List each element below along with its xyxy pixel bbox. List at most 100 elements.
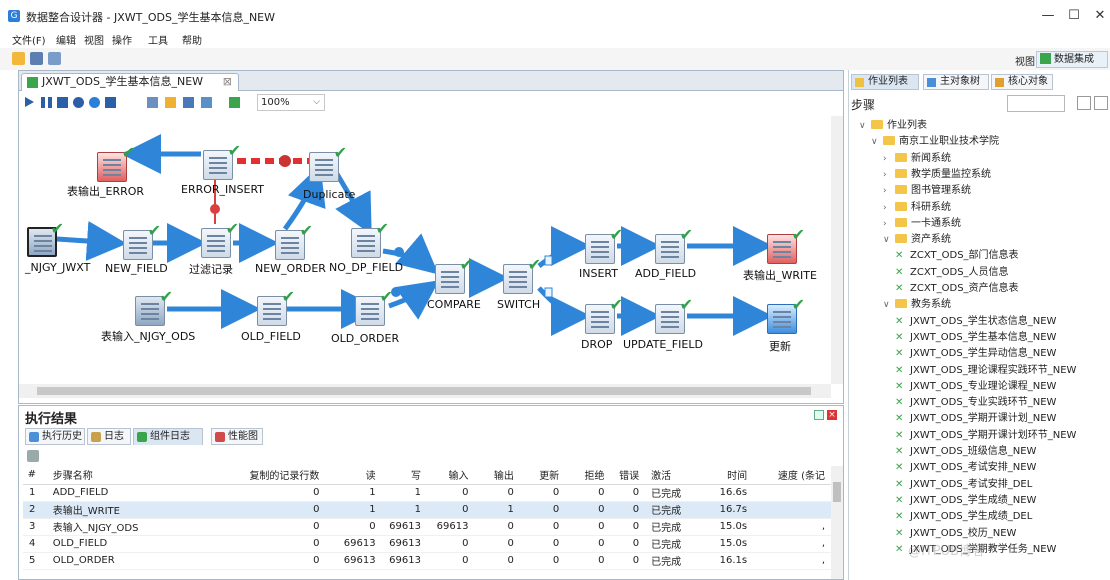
refresh-icon[interactable]: [27, 450, 39, 462]
column-header[interactable]: 读: [325, 466, 382, 485]
step-node-old-order[interactable]: ✔: [355, 287, 393, 326]
tree-folder-item[interactable]: › 图书管理系统: [883, 183, 971, 199]
debug-icon[interactable]: [89, 97, 100, 108]
step-node-table-output-write[interactable]: ✔: [767, 225, 805, 264]
step-node-duplicate[interactable]: ✔: [309, 143, 347, 182]
tree-job-item[interactable]: ✕ JXWT_ODS_学生基本信息_NEW: [895, 330, 1056, 346]
impact-icon[interactable]: [165, 97, 176, 108]
tree-job-item[interactable]: ✕ JXWT_ODS_学生异动信息_NEW: [895, 346, 1056, 362]
tree-job-item[interactable]: ✕ ZCXT_ODS_资产信息表: [895, 281, 1019, 297]
tab-performance[interactable]: 性能图: [211, 428, 263, 445]
tree-folder-item[interactable]: ∨ 资产系统: [883, 232, 951, 248]
maximize-panel-icon[interactable]: [814, 410, 824, 420]
chevron-down-icon[interactable]: ∨: [883, 297, 895, 313]
column-header[interactable]: 写: [381, 466, 427, 485]
explore-db-icon[interactable]: [201, 97, 212, 108]
menu-operate[interactable]: 操作: [112, 32, 132, 47]
sql-icon[interactable]: [183, 97, 194, 108]
tree-folder-item[interactable]: › 教学质量监控系统: [883, 167, 991, 183]
menu-view[interactable]: 视图: [84, 32, 104, 47]
tree-job-item[interactable]: ✕ JXWT_ODS_学期开课计划环节_NEW: [895, 428, 1076, 444]
verify-icon[interactable]: [147, 97, 158, 108]
chevron-right-icon[interactable]: ›: [883, 216, 895, 232]
step-node-old-field[interactable]: ✔: [257, 287, 295, 326]
step-node-table-input-jwxt[interactable]: ✔: [27, 219, 64, 257]
tree-job-item[interactable]: ✕ JXWT_ODS_学期开课计划_NEW: [895, 411, 1056, 427]
tree-job-item[interactable]: ✕ JXWT_ODS_考试安排_DEL: [895, 477, 1032, 493]
run-icon[interactable]: [25, 97, 34, 107]
table-row[interactable]: 1 ADD_FIELD 0 1 1 0 0 0 0 0 已完成 16.6s: [23, 484, 831, 502]
data-integration-view-button[interactable]: 数据集成: [1036, 51, 1108, 68]
chevron-right-icon[interactable]: ›: [883, 183, 895, 199]
editor-tab[interactable]: JXWT_ODS_学生基本信息_NEW ⊠: [21, 73, 239, 91]
column-header[interactable]: 输入: [426, 466, 475, 485]
step-node-new-order[interactable]: ✔: [275, 221, 313, 260]
tab-step-metrics[interactable]: 组件日志: [133, 428, 203, 445]
step-node-compare[interactable]: ✔: [435, 255, 473, 294]
tree-job-item[interactable]: ✕ JXWT_ODS_专业理论课程_NEW: [895, 379, 1056, 395]
scrollbar-thumb[interactable]: [37, 387, 811, 395]
tree-job-item[interactable]: ✕ JXWT_ODS_学生成绩_NEW: [895, 493, 1036, 509]
table-row[interactable]: 3 表输入_NJGY_ODS 0 0 69613 69613 0 0 0 0 已完成 15.0s,: [23, 518, 831, 536]
chevron-down-icon[interactable]: ∨: [859, 118, 871, 134]
step-node-drop[interactable]: ✔: [585, 295, 623, 334]
column-header[interactable]: 更新: [519, 466, 566, 485]
column-header[interactable]: 时间: [696, 466, 754, 485]
tree-job-item[interactable]: ✕ ZCXT_ODS_人员信息: [895, 265, 1009, 281]
tree-job-item[interactable]: ✕ JXWT_ODS_专业实践环节_NEW: [895, 395, 1056, 411]
chevron-down-icon[interactable]: ∨: [871, 134, 883, 150]
step-node-error-insert[interactable]: ✔: [203, 141, 241, 180]
column-header[interactable]: 步骤名称: [46, 466, 220, 485]
step-node-insert[interactable]: ✔: [585, 225, 623, 264]
tree-folder-item[interactable]: › 新闻系统: [883, 151, 951, 167]
tree-job-item[interactable]: ✕ JXWT_ODS_学生状态信息_NEW: [895, 314, 1056, 330]
tree-job-item[interactable]: ✕ JXWT_ODS_班级信息_NEW: [895, 444, 1036, 460]
column-header[interactable]: 输出: [474, 466, 520, 485]
chevron-right-icon[interactable]: ›: [883, 200, 895, 216]
chevron-right-icon[interactable]: ›: [883, 167, 895, 183]
zoom-select[interactable]: 100% ⌵: [257, 94, 325, 111]
close-panel-icon[interactable]: ×: [827, 410, 837, 420]
open-icon[interactable]: [12, 52, 25, 65]
grid-icon[interactable]: [229, 97, 240, 108]
step-node-table-input-ods[interactable]: ✔: [135, 287, 173, 326]
menu-help[interactable]: 帮助: [182, 32, 202, 47]
menu-tools[interactable]: 工具: [148, 32, 168, 47]
menu-file[interactable]: 文件(F): [12, 32, 46, 47]
stop-icon[interactable]: [57, 97, 68, 108]
step-node-switch[interactable]: ✔: [503, 255, 541, 294]
step-node-table-output-error[interactable]: ✔: [97, 143, 135, 182]
table-row[interactable]: 5 OLD_ORDER 0 69613 69613 0 0 0 0 0 已完成 16.1s,: [23, 552, 831, 570]
table-row[interactable]: 4 OLD_FIELD 0 69613 69613 0 0 0 0 0 已完成 15.0s,: [23, 535, 831, 553]
step-node-no-dp-field[interactable]: ✔: [351, 219, 389, 258]
table-vertical-scrollbar[interactable]: [831, 466, 843, 579]
tree-job-item[interactable]: ✕ JXWT_ODS_学生成绩_DEL: [895, 509, 1032, 525]
tree-folder-item[interactable]: ∨ 南京工业职业技术学院: [871, 134, 999, 150]
step-search-input[interactable]: [1007, 95, 1065, 112]
table-row[interactable]: 2 表输出_WRITE 0 1 1 0 1 0 0 0 已完成 16.7s: [23, 501, 831, 519]
step-node-update[interactable]: ✔: [767, 295, 805, 334]
preview-icon[interactable]: [73, 97, 84, 108]
step-node-filter[interactable]: ✔: [201, 219, 239, 258]
tree-job-item[interactable]: ✕ JXWT_ODS_理论课程实践环节_NEW: [895, 363, 1076, 379]
tree-folder-item[interactable]: ∨ 作业列表: [859, 118, 927, 134]
tree-job-item[interactable]: ✕ JXWT_ODS_考试安排_NEW: [895, 460, 1036, 476]
transformation-canvas[interactable]: ✔ 表输出_ERROR ✔ ERROR_INSERT ✔ Duplicate ✔…: [19, 116, 835, 384]
tree-folder-item[interactable]: ∨ 教务系统: [883, 297, 951, 313]
expand-all-icon[interactable]: [1077, 96, 1091, 110]
column-header[interactable]: #: [23, 466, 47, 485]
tree-folder-item[interactable]: › 一卡通系统: [883, 216, 961, 232]
step-node-update-field[interactable]: ✔: [655, 295, 693, 334]
column-header[interactable]: 拒绝: [565, 466, 611, 485]
tab-log[interactable]: 日志: [87, 428, 131, 445]
collapse-all-icon[interactable]: [1094, 96, 1108, 110]
tree-folder-item[interactable]: › 科研系统: [883, 200, 951, 216]
save-as-icon[interactable]: [48, 52, 61, 65]
chevron-down-icon[interactable]: ∨: [883, 232, 895, 248]
column-header[interactable]: 复制的记录行数: [219, 466, 326, 485]
tab-history[interactable]: 执行历史: [25, 428, 85, 445]
step-node-new-field[interactable]: ✔: [123, 221, 161, 260]
column-header[interactable]: 激活: [645, 466, 697, 485]
scrollbar-thumb[interactable]: [833, 482, 841, 502]
close-button[interactable]: ✕: [1082, 6, 1110, 26]
